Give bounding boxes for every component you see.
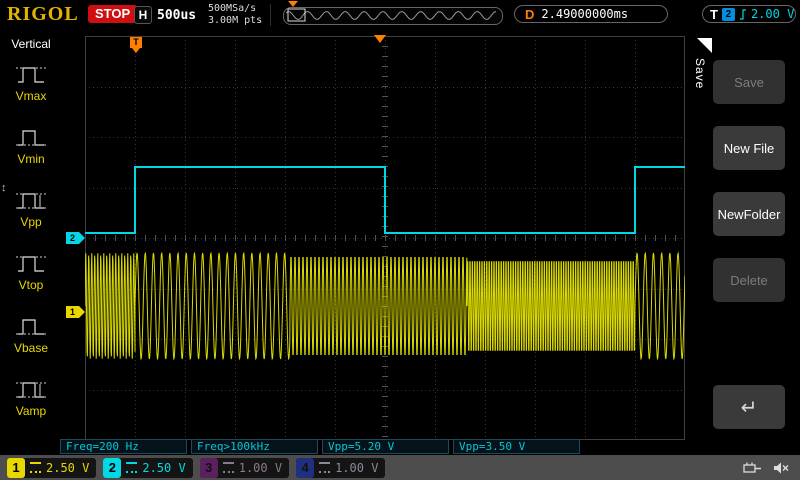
channel-3-status[interactable]: 3 1.00 V	[199, 457, 290, 478]
divider	[270, 4, 271, 26]
return-button[interactable]: ↵	[713, 385, 785, 429]
channel-1-badge: 1	[7, 457, 25, 478]
measure-menu: Vertical Vmax Vmin Vpp Vtop Vbase Vamp	[0, 30, 62, 455]
oscilloscope-screen: RIGOL STOP H 500us 500MSa/s 3.00M pts D …	[0, 0, 800, 480]
channel-2-badge: 2	[103, 457, 122, 478]
measurement-vpp-ch2: Vpp=3.50 V	[453, 439, 580, 454]
memory-position-widget[interactable]	[283, 7, 503, 25]
vpp-icon	[16, 193, 46, 209]
measurement-bar: Freq=200 Hz Freq>100kHz Vpp=5.20 V Vpp=3…	[60, 439, 580, 454]
status-icons	[743, 461, 790, 475]
trigger-position-flag[interactable]: T	[130, 37, 142, 53]
sample-rate: 500MSa/s	[208, 3, 257, 14]
dc-coupling-icon	[126, 462, 138, 473]
menu-tab-notch-icon	[697, 38, 712, 53]
memory-waveform-icon	[285, 8, 497, 22]
rising-edge-icon	[739, 8, 746, 20]
channel-3-scale: 1.00 V	[238, 460, 283, 475]
vmin-icon	[16, 130, 46, 146]
vbase-icon	[16, 319, 46, 335]
measurement-freq-ch1: Freq>100kHz	[191, 439, 318, 454]
menu-item-label: Vmax	[15, 89, 47, 103]
trigger-source-chip: 2	[721, 7, 735, 21]
waveform-svg	[85, 36, 685, 440]
channel-1-scale: 2.50 V	[46, 460, 90, 475]
menu-tab-label: Save	[693, 58, 707, 90]
channel-4-scale: 1.00 V	[335, 460, 379, 475]
menu-item-label: Vmin	[17, 152, 45, 166]
trigger-readout: T 2 2.00 V	[702, 5, 796, 23]
channel-status-bar: 1 2.50 V 2 2.50 V 3 1.00 V 4 1.00 V	[0, 455, 800, 480]
dc-coupling-icon	[319, 462, 331, 473]
menu-item-vbase[interactable]: Vbase	[0, 303, 62, 366]
dc-coupling-icon	[222, 462, 234, 473]
window-center-marker-icon[interactable]	[374, 35, 386, 43]
speaker-icon	[774, 462, 789, 473]
memory-trigger-marker-icon	[288, 1, 298, 7]
measurement-freq-ch2: Freq=200 Hz	[60, 439, 187, 454]
delay-label: D	[525, 6, 535, 22]
channel-2-status[interactable]: 2 2.50 V	[103, 457, 193, 478]
memory-depth: 3.00M pts	[208, 15, 263, 26]
channel-1-status[interactable]: 1 2.50 V	[7, 457, 97, 478]
delay-readout: D 2.49000000ms	[514, 5, 668, 23]
new-folder-button[interactable]: NewFolder	[713, 192, 785, 236]
trigger-label: T	[710, 6, 718, 22]
menu-item-label: Vbase	[13, 341, 49, 355]
delay-value: 2.49000000ms	[541, 7, 629, 21]
menu-item-label: Vamp	[15, 404, 47, 418]
channel-4-badge: 4	[296, 457, 315, 478]
menu-item-vamp[interactable]: Vamp	[0, 366, 62, 429]
save-button[interactable]: Save	[713, 60, 785, 104]
brand-logo: RIGOL	[7, 3, 79, 25]
channel-4-status[interactable]: 4 1.00 V	[296, 457, 386, 478]
usb-icon	[743, 462, 761, 473]
trigger-level-value: 2.00 V	[750, 7, 795, 21]
channel-3-badge: 3	[199, 457, 218, 478]
measure-menu-title: Vertical	[11, 37, 51, 51]
vamp-icon	[16, 382, 46, 398]
channel-2-scale: 2.50 V	[142, 460, 186, 475]
vtop-icon	[16, 256, 46, 272]
menu-scroll-indicator-icon[interactable]: ↕	[1, 182, 7, 194]
menu-item-label: Vtop	[18, 278, 44, 292]
ch1-ground-marker[interactable]: 1	[66, 306, 85, 318]
waveform-display	[85, 36, 685, 440]
top-status-bar: RIGOL STOP H 500us 500MSa/s 3.00M pts D …	[0, 0, 800, 30]
menu-item-vtop[interactable]: Vtop	[0, 240, 62, 303]
menu-item-label: Vpp	[20, 215, 42, 229]
horizontal-label: H	[134, 6, 152, 24]
dc-coupling-icon	[30, 462, 41, 473]
menu-item-vmin[interactable]: Vmin	[0, 114, 62, 177]
vmax-icon	[16, 67, 46, 83]
save-menu: Save Save New File NewFolder Delete ↵	[685, 30, 800, 455]
measurement-vpp-ch1: Vpp=5.20 V	[322, 439, 449, 454]
acquisition-info: 500MSa/s 3.00M pts	[208, 3, 262, 27]
menu-item-vmax[interactable]: Vmax	[0, 51, 62, 114]
ch2-ground-marker[interactable]: 2	[66, 232, 85, 244]
menu-item-vpp[interactable]: Vpp	[0, 177, 62, 240]
new-file-button[interactable]: New File	[713, 126, 785, 170]
timebase-value: 500us	[157, 8, 197, 23]
run-state-badge[interactable]: STOP	[88, 5, 138, 23]
delete-button[interactable]: Delete	[713, 258, 785, 302]
